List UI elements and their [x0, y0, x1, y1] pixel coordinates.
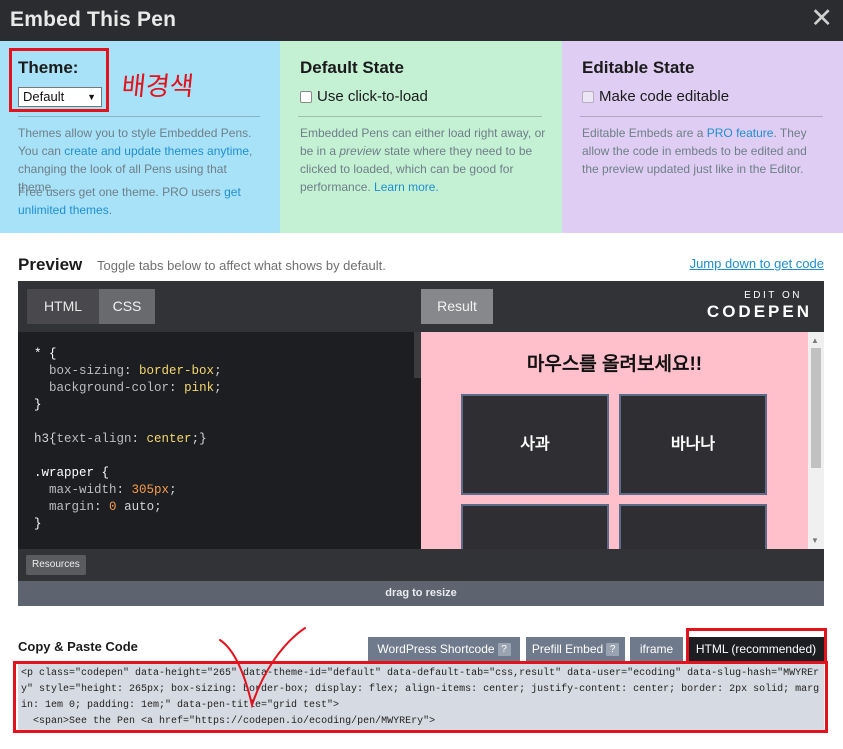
codepen-logo[interactable]: EDIT ON CODEPEN [702, 290, 812, 326]
result-item[interactable]: 바나나 [619, 394, 767, 495]
resize-handle[interactable]: drag to resize [18, 581, 824, 606]
css-code-panel[interactable]: * { box-sizing: border-box; background-c… [18, 332, 414, 549]
annotation-highlight-html-tab [686, 628, 827, 664]
result-scrollbar[interactable]: ▲ ▼ [808, 332, 824, 549]
annotation-highlight-code [13, 661, 828, 733]
theme-upgrade-note: Free users get one theme. PRO users get … [18, 185, 241, 217]
modal-title: Embed This Pen [10, 8, 177, 31]
css-code: * { box-sizing: border-box; background-c… [34, 347, 222, 531]
divider [298, 116, 542, 117]
logo-edit-on: EDIT ON [744, 290, 802, 301]
preview-title: Preview [18, 255, 83, 274]
tab-iframe[interactable]: iframe [630, 637, 683, 662]
divider [18, 116, 260, 117]
make-editable-label: Make code editable [599, 88, 730, 105]
jump-to-code-link[interactable]: Jump down to get code [690, 256, 824, 271]
embed-footer: Resources [18, 549, 824, 581]
scroll-down-icon[interactable]: ▼ [811, 536, 819, 545]
resources-button[interactable]: Resources [26, 555, 86, 575]
annotation-highlight-theme [9, 48, 109, 112]
result-heading: 마우스를 올려보세요!! [526, 354, 703, 375]
modal-header: Embed This Pen ✕ [0, 0, 843, 41]
default-state-description: Embedded Pens can either load right away… [300, 126, 546, 194]
annotation-check-mark [219, 627, 306, 709]
result-item[interactable] [619, 504, 767, 549]
editable-state-description: Editable Embeds are a PRO feature. They … [582, 126, 807, 176]
click-to-load-checkbox[interactable] [300, 90, 312, 103]
editable-state-panel: Editable State Make code editable Editab… [562, 41, 843, 233]
annotation-handwriting: 배경색 [120, 71, 196, 101]
tab-html[interactable]: HTML [27, 289, 99, 324]
result-panel[interactable]: 마우스를 올려보세요!! 사과 바나나 [421, 332, 808, 549]
result-item[interactable]: 사과 [461, 394, 609, 495]
pro-feature-link[interactable]: PRO feature [707, 126, 774, 140]
tab-result[interactable]: Result [421, 289, 493, 324]
default-state-panel: Default State Use click-to-load Embedded… [280, 41, 562, 233]
result-item[interactable] [461, 504, 609, 549]
divider [580, 116, 823, 117]
editable-state-heading: Editable State [582, 58, 695, 77]
embed-toolbar: HTML CSS Result EDIT ON CODEPEN [18, 281, 824, 332]
help-icon[interactable]: ? [497, 643, 511, 656]
help-icon[interactable]: ? [606, 643, 620, 656]
copy-paste-title: Copy & Paste Code [18, 639, 138, 654]
default-state-heading: Default State [300, 58, 404, 77]
embed-preview: HTML CSS Result EDIT ON CODEPEN * { box-… [18, 281, 824, 606]
tab-prefill-embed[interactable]: Prefill Embed? [526, 637, 625, 662]
learn-more-link[interactable]: Learn more. [374, 180, 439, 194]
tab-wordpress-shortcode[interactable]: WordPress Shortcode? [368, 637, 520, 662]
scroll-thumb[interactable] [811, 348, 821, 468]
close-icon[interactable]: ✕ [810, 4, 833, 32]
tab-css[interactable]: CSS [99, 289, 155, 324]
preview-hint: Toggle tabs below to affect what shows b… [97, 258, 386, 273]
make-editable-checkbox[interactable] [582, 90, 594, 103]
make-editable-option[interactable]: Make code editable [582, 88, 729, 105]
click-to-load-label: Use click-to-load [317, 88, 428, 105]
themes-link[interactable]: create and update themes anytime [64, 144, 249, 158]
scroll-up-icon[interactable]: ▲ [811, 336, 819, 345]
logo-brand: CODEPEN [706, 302, 812, 321]
click-to-load-option[interactable]: Use click-to-load [300, 88, 428, 105]
